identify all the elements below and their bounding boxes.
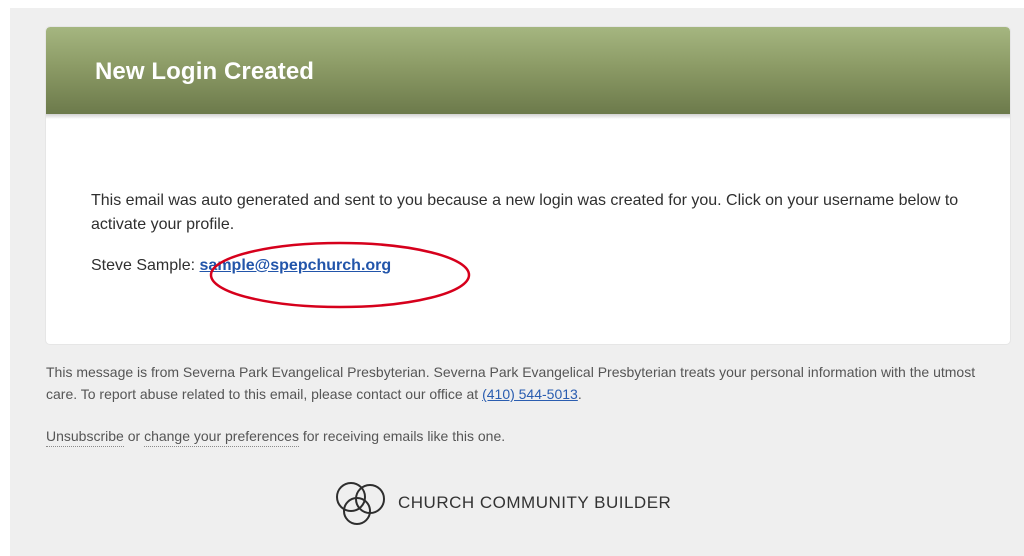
change-preferences-link[interactable]: change your preferences — [144, 428, 299, 447]
email-title: New Login Created — [95, 58, 315, 85]
login-line: Steve Sample: sample@spepchurch.org — [91, 257, 391, 275]
preferences-suffix: for receiving emails like this one. — [302, 428, 506, 444]
brand-footer: CHURCH COMMUNITY BUILDER — [334, 480, 671, 526]
preferences-line: Unsubscribe or change your preferences f… — [46, 428, 506, 447]
interlocking-rings-icon — [336, 482, 385, 525]
login-name: Steve Sample: — [91, 257, 196, 274]
footer-notice-end: . — [577, 386, 582, 402]
unsubscribe-link[interactable]: Unsubscribe — [46, 428, 124, 447]
username-activation-link[interactable]: sample@spepchurch.org — [200, 257, 392, 274]
footer-notice: This message is from Severna Park Evange… — [46, 361, 1006, 405]
or-text: or — [127, 428, 141, 444]
email-header: New Login Created — [46, 27, 1010, 114]
header-shadow — [46, 114, 1010, 119]
email-card: New Login Created This email was auto ge… — [46, 27, 1010, 344]
email-message: This email was auto generated and sent t… — [91, 192, 959, 233]
brand-name: CHURCH COMMUNITY BUILDER — [398, 493, 672, 512]
office-phone-link[interactable]: (410) 544-5013 — [482, 386, 578, 402]
